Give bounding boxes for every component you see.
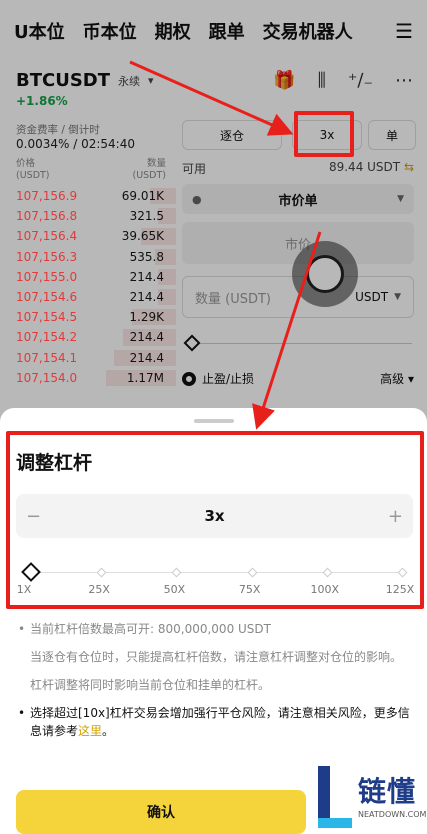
note-max-position: • 当前杠杆倍数最高可开: 800,000,000 USDT [18,622,271,636]
ask-price: 107,155.0 [16,269,78,284]
ask-quantity: 1.17M [126,370,164,385]
ask-quantity: 321.5 [129,209,164,224]
ask-price: 107,154.5 [16,310,78,325]
sheet-handle[interactable] [194,419,234,423]
watermark-logo: 链懂 NEATDOWN.COM [316,764,427,834]
ask-quantity: 214.4 [129,330,164,345]
highlight-leverage-sheet [6,431,424,609]
ask-quantity: 69.01K [121,189,164,204]
watermark-subtext: NEATDOWN.COM [358,810,427,819]
confirm-button[interactable]: 确认 [16,790,306,834]
ask-quantity: 214.4 [129,269,164,284]
watermark-text: 链懂 [358,775,417,808]
highlight-leverage-button [294,111,354,157]
ask-price: 107,156.3 [16,249,78,264]
note-isolated: 当逐仓有仓位时，只能提高杠杆倍数，请注意杠杆调整对仓位的影响。 [30,650,403,664]
note-effect: 杠杆调整将同时影响当前仓位和挂单的杠杆。 [30,678,271,692]
ask-price: 107,156.4 [16,229,78,244]
more-info-link[interactable]: 这里 [78,724,102,738]
ask-quantity: 214.4 [129,290,164,305]
ask-quantity: 214.4 [129,350,164,365]
ask-price: 107,154.0 [16,370,78,385]
logo-icon [318,766,352,830]
ask-price: 107,154.6 [16,290,78,305]
leverage-notes: • 当前杠杆倍数最高可开: 800,000,000 USDT 当逐仓有仓位时，只能… [16,620,411,750]
ask-price: 107,156.8 [16,209,78,224]
ask-quantity: 535.8 [129,249,164,264]
ask-price: 107,154.1 [16,350,78,365]
ask-quantity: 39.65K [121,229,164,244]
note-risk-warning: • 选择超过[10x]杠杆交易会增加强行平仓风险，请注意相关风险，更多信息请参考这… [18,706,410,738]
ask-price: 107,154.2 [16,330,78,345]
ask-price: 107,156.9 [16,189,78,204]
ask-quantity: 1.29K [129,310,164,325]
